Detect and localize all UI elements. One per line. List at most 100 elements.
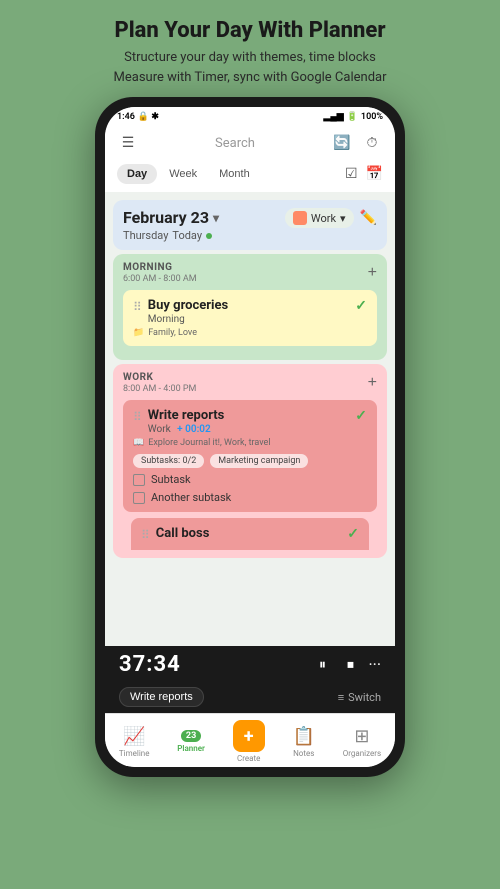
checklist-icon[interactable]: ☑ [345,166,358,182]
pause-button[interactable]: ⏸ [312,655,332,675]
organizers-icon: ⊞ [354,726,369,747]
timeline-label: Timeline [119,749,150,758]
planner-label: Planner [177,744,205,753]
write-reports-name: Write reports [148,408,225,423]
status-icons: 🔒 ✱ [138,112,159,122]
timer-bar: 37:34 ⏸ ⏹ ··· [105,646,395,683]
timer-icon[interactable]: ⏱ [361,132,383,154]
edit-icon[interactable]: ✏️ [360,210,377,226]
refresh-icon[interactable]: 🔄 [331,132,353,154]
view-tabs: Day Week Month ☑ 📅 [105,160,395,192]
create-label: Create [237,754,260,763]
date-left: February 23 ▾ Thursday Today [123,208,219,242]
more-options-icon[interactable]: ··· [368,655,381,674]
calendar-icon[interactable]: 📅 [366,166,383,182]
subtask-checkbox-1[interactable] [133,474,145,486]
nav-planner[interactable]: 23 Planner [169,730,213,753]
work-title: WORK [123,372,196,383]
task-tags: 📁 Family, Love [133,328,367,338]
morning-block-header: MORNING 6:00 AM - 8:00 AM + [123,262,377,284]
date-right: Work ▾ ✏️ [285,208,377,228]
nav-organizers[interactable]: ⊞ Organizers [335,726,389,758]
nav-create[interactable]: + Create [225,720,273,763]
write-reports-row: ⠿ Write reports Work + 00:02 [133,408,367,435]
status-bar: 1:46 🔒 ✱ ▂▄▆ 🔋 100% [105,107,395,126]
tabs-group: Day Week Month [117,164,260,184]
morning-block-info: MORNING 6:00 AM - 8:00 AM [123,262,197,284]
buy-groceries-task[interactable]: ⠿ Buy groceries Morning ✓ 📁 Family, Love [123,290,377,346]
campaign-pill[interactable]: Marketing campaign [210,454,308,468]
call-boss-name: Call boss [156,526,210,541]
tab-month[interactable]: Month [209,164,260,184]
app-title: Plan Your Day With Planner [114,18,387,44]
battery-level: 100% [361,112,383,122]
date-title: February 23 ▾ [123,208,219,227]
morning-add-button[interactable]: + [368,264,377,282]
write-reports-sub: Work + 00:02 [148,424,225,435]
subtask-2[interactable]: Another subtask [133,491,367,504]
task-left: ⠿ Buy groceries Morning [133,298,228,325]
battery-icon: 🔋 [347,112,358,122]
active-task-button[interactable]: Write reports [119,687,204,707]
notes-icon: 📋 [293,726,315,747]
drag-handle-icon[interactable]: ⠿ [133,300,142,314]
create-icon[interactable]: + [233,720,265,752]
write-reports-tags: 📖 Explore Journal it!, Work, travel [133,438,367,448]
task-check-icon[interactable]: ✓ [355,298,367,314]
date-sub: Thursday Today [123,229,219,242]
work-icon [293,211,307,225]
switch-icon: ≡ [338,691,344,704]
task-info: Buy groceries Morning [148,298,228,325]
morning-title: MORNING [123,262,197,273]
nav-notes[interactable]: 📋 Notes [285,726,323,758]
signal-icon: ▂▄▆ [323,111,343,122]
tab-week[interactable]: Week [159,164,207,184]
task-name: Buy groceries [148,298,228,313]
call-boss-task[interactable]: ⠿ Call boss ✓ [131,518,369,550]
date-chevron-icon[interactable]: ▾ [213,211,219,225]
subtask-checkbox-2[interactable] [133,492,145,504]
bottom-nav: 📈 Timeline 23 Planner + Create 📋 Notes ⊞… [105,713,395,767]
folder-icon: 📁 [133,328,144,338]
app-subtitle: Structure your day with themes, time blo… [114,48,387,87]
nav-timeline[interactable]: 📈 Timeline [111,726,158,758]
work-tag[interactable]: Work ▾ [285,208,354,228]
switch-button[interactable]: ≡ Switch [338,691,381,704]
search-bar[interactable]: Search [139,136,331,151]
call-boss-check-icon[interactable]: ✓ [347,526,359,542]
work-time: 8:00 AM - 4:00 PM [123,384,196,394]
drag-handle-icon[interactable]: ⠿ [133,410,142,424]
write-reports-info: Write reports Work + 00:02 [148,408,225,435]
status-time: 1:46 [117,112,135,122]
planner-badge: 23 [181,730,201,742]
write-reports-task[interactable]: ⠿ Write reports Work + 00:02 [123,400,377,512]
timeline-icon: 📈 [123,726,145,747]
task-timer: + 00:02 [177,424,211,435]
journal-icon: 📖 [133,438,144,448]
app-header: Plan Your Day With Planner Structure you… [94,0,407,97]
subtask-count-pill[interactable]: Subtasks: 0/2 [133,454,204,468]
subtask-label-2: Another subtask [151,491,231,504]
tab-day[interactable]: Day [117,164,157,184]
subtask-label-1: Subtask [151,473,191,486]
nav-icons: 🔄 ⏱ [331,132,383,154]
work-block-header: WORK 8:00 AM - 4:00 PM + [123,372,377,394]
today-label: Today [172,229,202,242]
top-nav: ☰ Search 🔄 ⏱ [105,126,395,160]
work-block: WORK 8:00 AM - 4:00 PM + ⠿ Write reports [113,364,387,558]
tab-icons: ☑ 📅 [345,166,383,182]
work-add-button[interactable]: + [368,374,377,392]
notes-label: Notes [293,749,314,758]
phone-frame: 1:46 🔒 ✱ ▂▄▆ 🔋 100% ☰ Search 🔄 ⏱ Day Wee… [95,97,405,777]
subtask-pills: Subtasks: 0/2 Marketing campaign [133,454,367,468]
morning-block: MORNING 6:00 AM - 8:00 AM + ⠿ Buy grocer… [113,254,387,360]
write-reports-check-icon[interactable]: ✓ [355,408,367,424]
task-sub: Morning [148,314,228,325]
hamburger-icon[interactable]: ☰ [117,132,139,154]
subtask-1[interactable]: Subtask [133,473,367,486]
scroll-content: February 23 ▾ Thursday Today Work ▾ [105,192,395,646]
task-row: ⠿ Buy groceries Morning ✓ [133,298,367,325]
drag-handle-icon[interactable]: ⠿ [141,528,150,542]
today-dot [206,233,212,239]
stop-button[interactable]: ⏹ [340,655,360,675]
